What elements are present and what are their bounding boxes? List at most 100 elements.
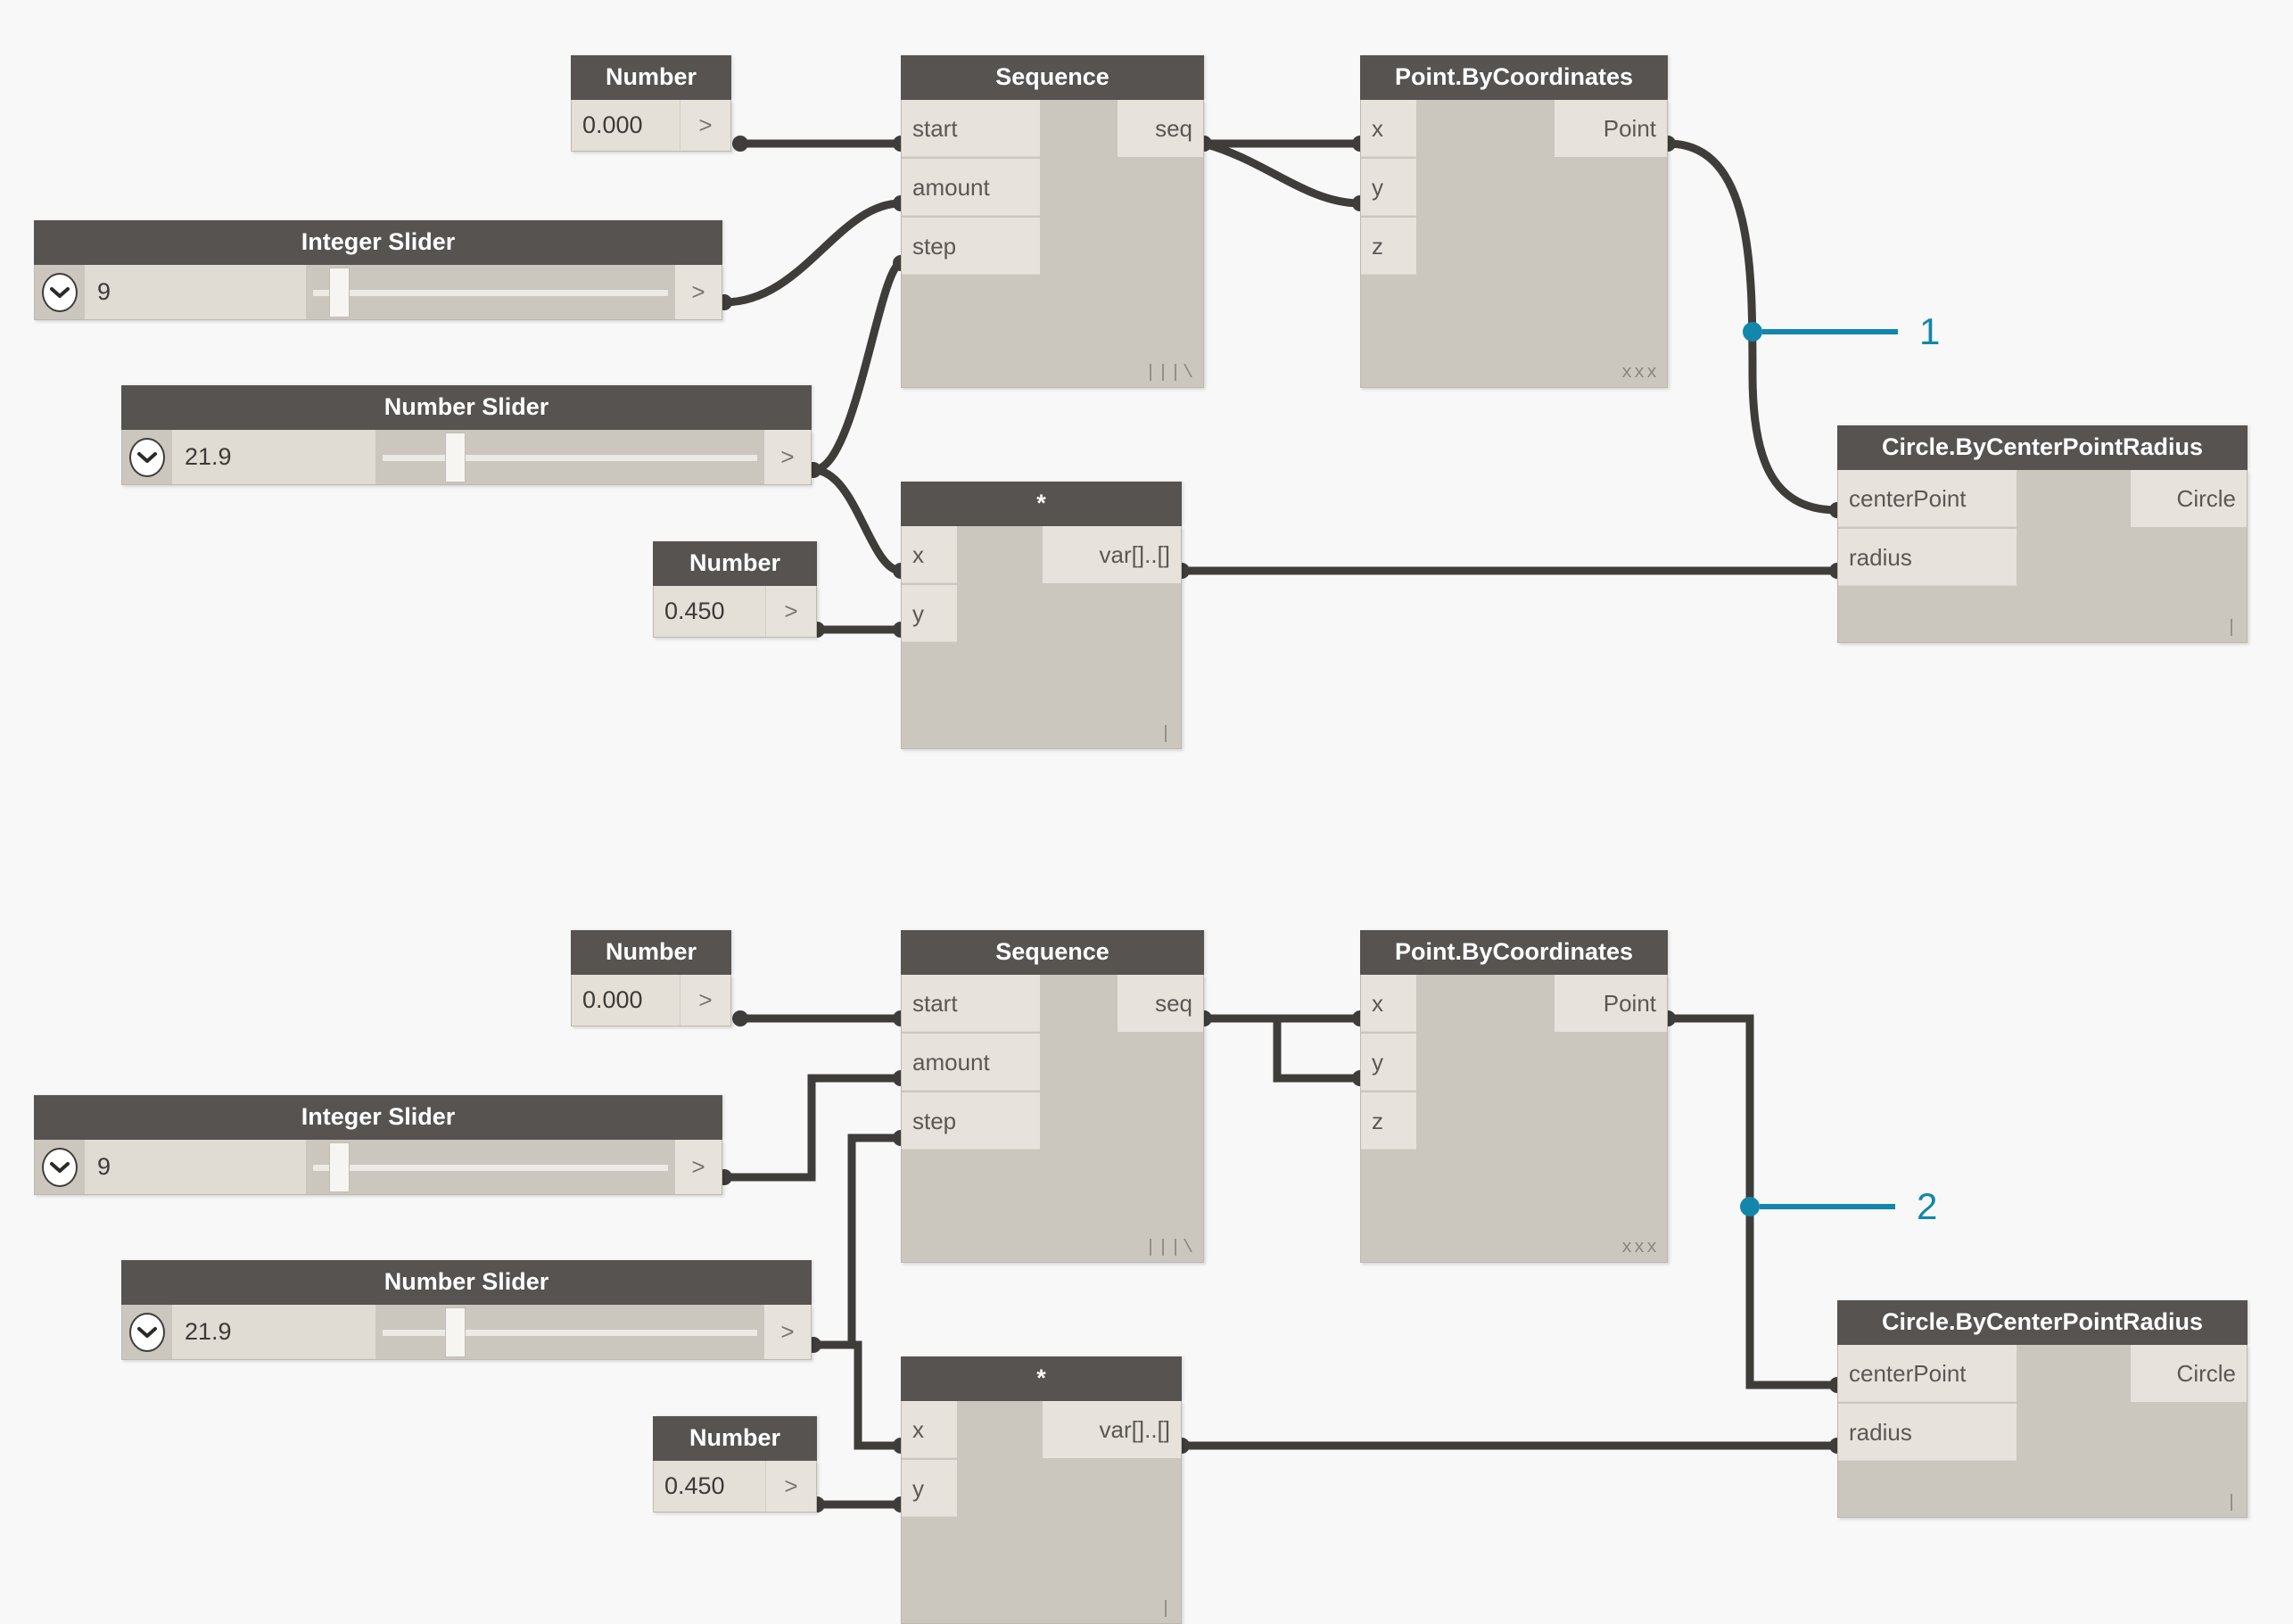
node-title: Integer Slider — [34, 1095, 722, 1140]
wire-numslider-to-step-2 — [813, 1134, 901, 1349]
output-port-button[interactable]: > — [675, 1140, 722, 1194]
lacing-indicator[interactable]: |||\ — [1145, 1240, 1195, 1257]
output-port-button[interactable]: > — [680, 975, 730, 1026]
output-port-point[interactable]: Point — [1555, 975, 1667, 1032]
annotation-dot-icon — [1743, 322, 1762, 342]
node-number-start-top[interactable]: Number 0.000 > — [571, 55, 731, 152]
input-port-z[interactable]: z — [1361, 218, 1416, 275]
output-port-button[interactable]: > — [764, 430, 811, 484]
output-port-button[interactable]: > — [675, 265, 722, 319]
input-port-step[interactable]: step — [902, 1092, 1040, 1150]
output-port-button[interactable]: > — [766, 1461, 816, 1512]
number-value-field[interactable]: 0.450 — [654, 586, 766, 637]
node-sequence-bottom[interactable]: Sequence start amount step seq |||\ — [901, 930, 1204, 1263]
chevron-down-icon — [42, 272, 78, 312]
node-number-start-bottom[interactable]: Number 0.000 > — [571, 930, 731, 1026]
slider-track[interactable] — [306, 265, 675, 319]
output-port-button[interactable]: > — [766, 586, 816, 637]
node-title: Integer Slider — [34, 220, 722, 265]
input-port-radius[interactable]: radius — [1838, 1404, 2017, 1461]
node-circle-bycenterpointradius-top[interactable]: Circle.ByCenterPointRadius centerPoint r… — [1837, 425, 2248, 643]
number-value-field[interactable]: 0.000 — [572, 975, 680, 1026]
slider-track[interactable] — [375, 430, 764, 484]
output-port-var[interactable]: var[]..[] — [1043, 526, 1181, 583]
input-port-x[interactable]: x — [902, 526, 957, 583]
number-value-field[interactable]: 0.000 — [572, 100, 680, 151]
wire-numslider-to-multiply-x-2 — [813, 1340, 901, 1450]
number-value-field[interactable]: 0.450 — [654, 1461, 766, 1512]
slider-handle[interactable] — [445, 1307, 466, 1357]
node-title: Number — [653, 1416, 817, 1461]
output-port-point[interactable]: Point — [1555, 100, 1667, 157]
slider-handle[interactable] — [329, 1142, 350, 1192]
expand-toggle[interactable] — [35, 1140, 85, 1194]
output-port-button[interactable]: > — [680, 100, 730, 151]
node-point-bycoordinates-top[interactable]: Point.ByCoordinates x y z Point xxx — [1360, 55, 1668, 388]
node-number-slider-top[interactable]: Number Slider 21.9 > — [121, 385, 812, 485]
input-port-centerpoint[interactable]: centerPoint — [1838, 1345, 2017, 1402]
node-multiply-top[interactable]: * x y var[]..[] | — [901, 482, 1182, 749]
slider-handle[interactable] — [445, 432, 466, 482]
output-port-button[interactable]: > — [764, 1305, 811, 1359]
slider-track[interactable] — [306, 1140, 675, 1194]
annotation-label: 1 — [1919, 310, 1941, 352]
annotation-leader-line — [1760, 1204, 1895, 1209]
chevron-down-icon — [42, 1147, 78, 1187]
slider-value-field[interactable]: 9 — [85, 1140, 306, 1194]
expand-toggle[interactable] — [122, 430, 172, 484]
lacing-indicator[interactable]: xxx — [1621, 365, 1659, 383]
dynamo-canvas[interactable]: Number 0.000 > Integer Slider 9 > Number… — [0, 0, 2293, 1624]
slider-rail — [383, 454, 757, 461]
node-sequence-top[interactable]: Sequence start amount step seq |||\ — [901, 55, 1204, 388]
node-title: Number — [571, 55, 731, 100]
slider-track[interactable] — [375, 1305, 764, 1359]
input-port-x[interactable]: x — [902, 1401, 957, 1458]
expand-toggle[interactable] — [35, 265, 85, 319]
input-port-start[interactable]: start — [902, 975, 1040, 1032]
slider-value-field[interactable]: 21.9 — [172, 430, 375, 484]
node-number-factor-bottom[interactable]: Number 0.450 > — [653, 1416, 817, 1513]
input-port-amount[interactable]: amount — [902, 1034, 1040, 1091]
node-number-factor-top[interactable]: Number 0.450 > — [653, 541, 817, 638]
slider-value-field[interactable]: 9 — [85, 265, 306, 319]
slider-rail — [313, 289, 668, 296]
node-multiply-bottom[interactable]: * x y var[]..[] | — [901, 1356, 1182, 1624]
expand-toggle[interactable] — [122, 1305, 172, 1359]
input-port-step[interactable]: step — [902, 218, 1040, 275]
input-port-y[interactable]: y — [902, 585, 957, 642]
node-point-bycoordinates-bottom[interactable]: Point.ByCoordinates x y z Point xxx — [1360, 930, 1668, 1263]
node-integer-slider-bottom[interactable]: Integer Slider 9 > — [34, 1095, 722, 1195]
node-circle-bycenterpointradius-bottom[interactable]: Circle.ByCenterPointRadius centerPoint r… — [1837, 1300, 2248, 1518]
output-port-seq[interactable]: seq — [1118, 975, 1203, 1032]
input-port-start[interactable]: start — [902, 100, 1040, 157]
slider-value-field[interactable]: 21.9 — [172, 1305, 375, 1359]
output-port-circle[interactable]: Circle — [2131, 470, 2247, 527]
output-port-var[interactable]: var[]..[] — [1043, 1401, 1181, 1458]
input-port-y[interactable]: y — [1361, 159, 1416, 216]
lacing-indicator[interactable]: |||\ — [1145, 365, 1195, 383]
lacing-indicator[interactable]: | — [2226, 1495, 2239, 1513]
annotation-marker-1: 1 — [1743, 313, 1940, 350]
input-port-y[interactable]: y — [902, 1460, 957, 1517]
input-port-x[interactable]: x — [1361, 100, 1416, 157]
lacing-indicator[interactable]: xxx — [1621, 1240, 1659, 1257]
node-number-slider-bottom[interactable]: Number Slider 21.9 > — [121, 1260, 812, 1360]
output-port-seq[interactable]: seq — [1118, 100, 1203, 157]
node-integer-slider-top[interactable]: Integer Slider 9 > — [34, 220, 722, 320]
node-title: * — [901, 1356, 1182, 1401]
node-title: Sequence — [901, 55, 1204, 100]
input-port-amount[interactable]: amount — [902, 159, 1040, 216]
slider-handle[interactable] — [329, 267, 350, 317]
chevron-down-icon — [129, 1312, 165, 1352]
output-port-circle[interactable]: Circle — [2131, 1345, 2247, 1402]
wire-endpoints-top — [716, 136, 1845, 638]
input-port-x[interactable]: x — [1361, 975, 1416, 1032]
input-port-y[interactable]: y — [1361, 1034, 1416, 1091]
lacing-indicator[interactable]: | — [1160, 1601, 1173, 1619]
input-port-z[interactable]: z — [1361, 1092, 1416, 1150]
input-port-radius[interactable]: radius — [1838, 529, 2017, 586]
input-port-centerpoint[interactable]: centerPoint — [1838, 470, 2017, 527]
lacing-indicator[interactable]: | — [2226, 620, 2239, 638]
lacing-indicator[interactable]: | — [1160, 726, 1173, 744]
wire-endpoints-bottom — [716, 1010, 1845, 1513]
